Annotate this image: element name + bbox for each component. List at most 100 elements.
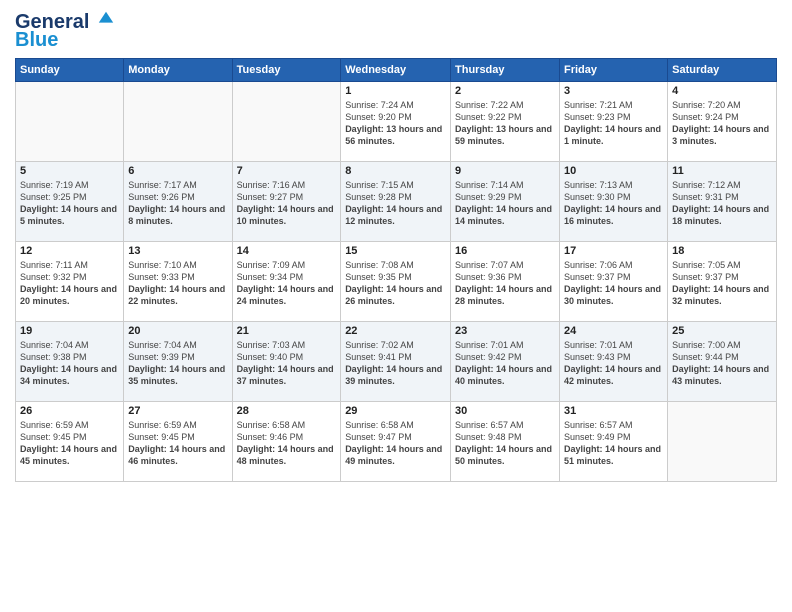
weekday-header-wednesday: Wednesday	[341, 59, 451, 82]
day-info: Sunrise: 7:04 AMSunset: 9:38 PMDaylight:…	[20, 339, 119, 388]
day-number: 31	[564, 405, 663, 417]
day-info: Sunrise: 7:24 AMSunset: 9:20 PMDaylight:…	[345, 99, 446, 148]
calendar-cell: 12Sunrise: 7:11 AMSunset: 9:32 PMDayligh…	[16, 242, 124, 322]
day-number: 19	[20, 325, 119, 337]
day-number: 11	[672, 165, 772, 177]
day-number: 18	[672, 245, 772, 257]
day-number: 6	[128, 165, 227, 177]
weekday-header-row: SundayMondayTuesdayWednesdayThursdayFrid…	[16, 59, 777, 82]
day-number: 1	[345, 85, 446, 97]
day-number: 23	[455, 325, 555, 337]
weekday-header-monday: Monday	[124, 59, 232, 82]
calendar-cell: 4 Sunrise: 7:20 AMSunset: 9:24 PMDaylight…	[668, 82, 777, 162]
week-row-2: 12Sunrise: 7:11 AMSunset: 9:32 PMDayligh…	[16, 242, 777, 322]
day-number: 16	[455, 245, 555, 257]
day-info: Sunrise: 7:08 AMSunset: 9:35 PMDaylight:…	[345, 259, 446, 308]
day-number: 25	[672, 325, 772, 337]
day-info: Sunrise: 7:03 AMSunset: 9:40 PMDaylight:…	[237, 339, 337, 388]
day-number: 8	[345, 165, 446, 177]
page: General Blue SundayMondayTuesdayWednesda…	[0, 0, 792, 492]
weekday-header-thursday: Thursday	[451, 59, 560, 82]
day-info: Sunrise: 7:20 AMSunset: 9:24 PMDaylight:…	[672, 99, 772, 148]
calendar-cell: 29Sunrise: 6:58 AMSunset: 9:47 PMDayligh…	[341, 402, 451, 482]
logo-icon	[97, 10, 115, 28]
calendar-cell: 25 Sunrise: 7:00 AMSunset: 9:44 PMDayligh…	[668, 322, 777, 402]
calendar-cell: 10 Sunrise: 7:13 AMSunset: 9:30 PMDayligh…	[559, 162, 667, 242]
day-number: 5	[20, 165, 119, 177]
weekday-header-friday: Friday	[559, 59, 667, 82]
day-info: Sunrise: 7:19 AMSunset: 9:25 PMDaylight:…	[20, 179, 119, 228]
day-info: Sunrise: 7:11 AMSunset: 9:32 PMDaylight:…	[20, 259, 119, 308]
calendar-cell: 18 Sunrise: 7:05 AMSunset: 9:37 PMDayligh…	[668, 242, 777, 322]
calendar-cell: 30Sunrise: 6:57 AMSunset: 9:48 PMDayligh…	[451, 402, 560, 482]
day-number: 17	[564, 245, 663, 257]
day-info: Sunrise: 7:04 AMSunset: 9:39 PMDaylight:…	[128, 339, 227, 388]
calendar-cell: 3Sunrise: 7:21 AMSunset: 9:23 PMDaylight…	[559, 82, 667, 162]
calendar-cell: 16 Sunrise: 7:07 AMSunset: 9:36 PMDayligh…	[451, 242, 560, 322]
day-number: 10	[564, 165, 663, 177]
day-info: Sunrise: 6:57 AMSunset: 9:49 PMDaylight:…	[564, 419, 663, 468]
day-number: 27	[128, 405, 227, 417]
day-number: 7	[237, 165, 337, 177]
day-info: Sunrise: 7:13 AMSunset: 9:30 PMDaylight:…	[564, 179, 663, 228]
calendar-cell: 1 Sunrise: 7:24 AMSunset: 9:20 PMDaylight…	[341, 82, 451, 162]
calendar-cell: 5 Sunrise: 7:19 AMSunset: 9:25 PMDaylight…	[16, 162, 124, 242]
day-number: 29	[345, 405, 446, 417]
day-info: Sunrise: 7:02 AMSunset: 9:41 PMDaylight:…	[345, 339, 446, 388]
calendar-cell: 8Sunrise: 7:15 AMSunset: 9:28 PMDaylight…	[341, 162, 451, 242]
day-number: 4	[672, 85, 772, 97]
calendar-cell: 6 Sunrise: 7:17 AMSunset: 9:26 PMDaylight…	[124, 162, 232, 242]
calendar-cell: 2 Sunrise: 7:22 AMSunset: 9:22 PMDaylight…	[451, 82, 560, 162]
day-number: 2	[455, 85, 555, 97]
day-info: Sunrise: 7:07 AMSunset: 9:36 PMDaylight:…	[455, 259, 555, 308]
calendar-cell: 17Sunrise: 7:06 AMSunset: 9:37 PMDayligh…	[559, 242, 667, 322]
day-info: Sunrise: 7:16 AMSunset: 9:27 PMDaylight:…	[237, 179, 337, 228]
day-number: 15	[345, 245, 446, 257]
day-number: 26	[20, 405, 119, 417]
day-info: Sunrise: 7:05 AMSunset: 9:37 PMDaylight:…	[672, 259, 772, 308]
day-info: Sunrise: 7:22 AMSunset: 9:22 PMDaylight:…	[455, 99, 555, 148]
calendar-cell: 27 Sunrise: 6:59 AMSunset: 9:45 PMDayligh…	[124, 402, 232, 482]
calendar-cell: 14 Sunrise: 7:09 AMSunset: 9:34 PMDayligh…	[232, 242, 341, 322]
day-info: Sunrise: 7:00 AMSunset: 9:44 PMDaylight:…	[672, 339, 772, 388]
calendar-cell: 20 Sunrise: 7:04 AMSunset: 9:39 PMDayligh…	[124, 322, 232, 402]
calendar-cell	[124, 82, 232, 162]
calendar-cell: 22 Sunrise: 7:02 AMSunset: 9:41 PMDayligh…	[341, 322, 451, 402]
day-number: 9	[455, 165, 555, 177]
header: General Blue	[15, 10, 777, 52]
day-number: 20	[128, 325, 227, 337]
calendar-cell	[232, 82, 341, 162]
calendar-cell: 11 Sunrise: 7:12 AMSunset: 9:31 PMDayligh…	[668, 162, 777, 242]
calendar-cell: 13 Sunrise: 7:10 AMSunset: 9:33 PMDayligh…	[124, 242, 232, 322]
day-info: Sunrise: 7:21 AMSunset: 9:23 PMDaylight:…	[564, 99, 663, 148]
day-info: Sunrise: 7:09 AMSunset: 9:34 PMDaylight:…	[237, 259, 337, 308]
day-number: 13	[128, 245, 227, 257]
calendar-cell: 15 Sunrise: 7:08 AMSunset: 9:35 PMDayligh…	[341, 242, 451, 322]
calendar-cell: 19 Sunrise: 7:04 AMSunset: 9:38 PMDayligh…	[16, 322, 124, 402]
calendar-cell: 7 Sunrise: 7:16 AMSunset: 9:27 PMDaylight…	[232, 162, 341, 242]
calendar-cell	[16, 82, 124, 162]
day-info: Sunrise: 7:01 AMSunset: 9:42 PMDaylight:…	[455, 339, 555, 388]
calendar-cell	[668, 402, 777, 482]
day-number: 14	[237, 245, 337, 257]
day-info: Sunrise: 6:58 AMSunset: 9:46 PMDaylight:…	[237, 419, 337, 468]
day-info: Sunrise: 7:17 AMSunset: 9:26 PMDaylight:…	[128, 179, 227, 228]
weekday-header-tuesday: Tuesday	[232, 59, 341, 82]
day-number: 28	[237, 405, 337, 417]
day-info: Sunrise: 6:59 AMSunset: 9:45 PMDaylight:…	[128, 419, 227, 468]
day-info: Sunrise: 7:12 AMSunset: 9:31 PMDaylight:…	[672, 179, 772, 228]
calendar-cell: 28 Sunrise: 6:58 AMSunset: 9:46 PMDayligh…	[232, 402, 341, 482]
calendar-cell: 26 Sunrise: 6:59 AMSunset: 9:45 PMDayligh…	[16, 402, 124, 482]
day-info: Sunrise: 7:14 AMSunset: 9:29 PMDaylight:…	[455, 179, 555, 228]
day-info: Sunrise: 6:59 AMSunset: 9:45 PMDaylight:…	[20, 419, 119, 468]
day-info: Sunrise: 7:10 AMSunset: 9:33 PMDaylight:…	[128, 259, 227, 308]
week-row-3: 19 Sunrise: 7:04 AMSunset: 9:38 PMDayligh…	[16, 322, 777, 402]
week-row-1: 5 Sunrise: 7:19 AMSunset: 9:25 PMDaylight…	[16, 162, 777, 242]
day-number: 22	[345, 325, 446, 337]
calendar: SundayMondayTuesdayWednesdayThursdayFrid…	[15, 58, 777, 482]
calendar-cell: 24Sunrise: 7:01 AMSunset: 9:43 PMDayligh…	[559, 322, 667, 402]
day-number: 30	[455, 405, 555, 417]
day-number: 24	[564, 325, 663, 337]
calendar-cell: 23 Sunrise: 7:01 AMSunset: 9:42 PMDayligh…	[451, 322, 560, 402]
day-number: 21	[237, 325, 337, 337]
